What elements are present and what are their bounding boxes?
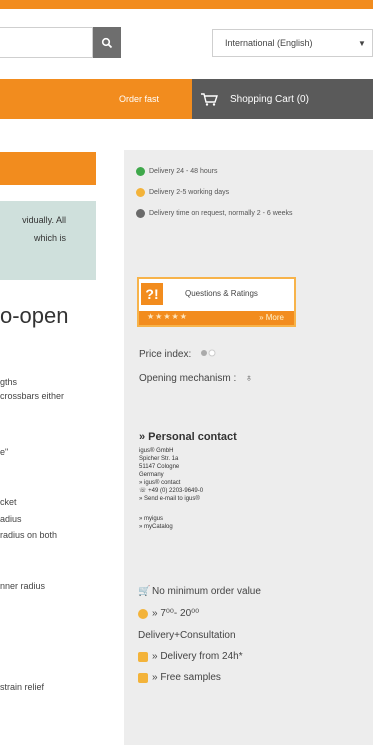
main-navbar: Order fast Shopping Cart (0) xyxy=(0,79,373,119)
contact-line: Germany xyxy=(139,472,164,478)
ratings-bar: ★★★★★ » More xyxy=(139,311,294,325)
cart-label: Shopping Cart (0) xyxy=(230,93,309,105)
truck-icon xyxy=(138,651,148,662)
delivery-label: Delivery 24 - 48 hours xyxy=(149,168,218,175)
delivery-label: Delivery time on request, normally 2 - 6… xyxy=(149,210,293,217)
contact-phone: ☏ +49 (0) 2203-9649-0 xyxy=(139,488,204,494)
contact-details: igus® GmbH Spicher Str. 1a 51147 Cologne… xyxy=(139,447,203,503)
search-icon xyxy=(101,37,113,48)
spec-text: crossbars either xyxy=(0,391,65,401)
contact-line: Spicher Str. 1a xyxy=(139,456,179,462)
navbar-orange-section xyxy=(0,79,192,119)
delivery-from-item: » Delivery from 24h* xyxy=(138,651,243,662)
contact-link[interactable]: » igus® contact xyxy=(139,479,203,487)
clock-icon xyxy=(138,608,148,619)
delivery-yellow-icon xyxy=(136,188,145,197)
notice-line: which is xyxy=(33,233,66,243)
cart-icon xyxy=(201,92,218,106)
order-fast-link[interactable]: Order fast xyxy=(119,79,159,119)
ratings-more-link[interactable]: » More xyxy=(259,313,284,322)
opening-label: Opening mechanism : xyxy=(139,373,237,384)
language-select[interactable]: International (English) ▼ xyxy=(212,29,373,57)
price-index-label: Price index: xyxy=(139,349,192,360)
consultation-label: Delivery+Consultation xyxy=(138,630,236,641)
shopping-cart-button[interactable]: Shopping Cart (0) xyxy=(200,79,309,119)
search-input[interactable] xyxy=(0,27,93,58)
delivery-green-icon xyxy=(136,167,145,176)
spec-text: cket xyxy=(0,497,17,507)
hours-label: » 7⁰⁰- 20⁰⁰ xyxy=(152,608,200,619)
cart-small-icon: 🛒 xyxy=(138,585,151,597)
info-notice: vidually. All which is xyxy=(0,201,96,280)
ratings-title: Questions & Ratings xyxy=(185,289,258,298)
price-index-icon xyxy=(201,349,216,357)
section-header-bar xyxy=(0,152,96,185)
opening-mechanism: Opening mechanism : ♁ xyxy=(139,373,253,384)
spec-text: e" xyxy=(0,447,9,457)
min-order-item: 🛒 No minimum order value xyxy=(138,586,261,597)
hours-item: » 7⁰⁰- 20⁰⁰ xyxy=(138,608,199,619)
delivery-item: Delivery 24 - 48 hours xyxy=(136,167,217,176)
spec-text: adius xyxy=(0,514,22,524)
opening-icon: ♁ xyxy=(245,373,253,384)
spec-text: gths xyxy=(0,377,18,387)
star-rating: ★★★★★ xyxy=(147,312,188,321)
consultation-item: Delivery+Consultation xyxy=(138,630,236,641)
spec-text: strain relief xyxy=(0,682,45,692)
search-button[interactable] xyxy=(93,27,121,58)
delivery-label: Delivery 2-5 working days xyxy=(149,189,230,196)
samples-item: » Free samples xyxy=(138,672,221,683)
delivery-item: Delivery time on request, normally 2 - 6… xyxy=(136,209,293,218)
chevron-down-icon: ▼ xyxy=(358,39,366,48)
myigus-link[interactable]: » myigus xyxy=(139,515,173,523)
gift-icon xyxy=(138,672,148,683)
personal-contact-title: » Personal contact xyxy=(139,431,237,443)
samples-label[interactable]: » Free samples xyxy=(152,672,221,683)
contact-line: igus® GmbH xyxy=(139,448,174,454)
mycatalog-link[interactable]: » myCatalog xyxy=(139,523,173,531)
question-mark-icon: ?! xyxy=(141,283,163,305)
top-accent-bar xyxy=(0,0,373,9)
questions-ratings-box[interactable]: ?! Questions & Ratings ★★★★★ » More xyxy=(137,277,296,327)
contact-email-link[interactable]: » Send e-mail to igus® xyxy=(139,495,203,503)
spec-text: radius on both xyxy=(0,530,58,540)
language-select-value: International (English) xyxy=(225,38,313,48)
contact-line: 51147 Cologne xyxy=(139,464,180,470)
spec-text: nner radius xyxy=(0,581,46,591)
account-links: » myigus » myCatalog xyxy=(139,515,173,531)
product-sidebar: Delivery 24 - 48 hours Delivery 2-5 work… xyxy=(124,150,373,745)
notice-line: vidually. All xyxy=(22,215,66,225)
min-order-label: No minimum order value xyxy=(152,586,261,597)
delivery-from-label[interactable]: » Delivery from 24h* xyxy=(152,651,243,662)
delivery-gray-icon xyxy=(136,209,145,218)
page-title: o-open xyxy=(0,303,69,328)
delivery-item: Delivery 2-5 working days xyxy=(136,188,229,197)
price-index: Price index: xyxy=(139,349,224,360)
